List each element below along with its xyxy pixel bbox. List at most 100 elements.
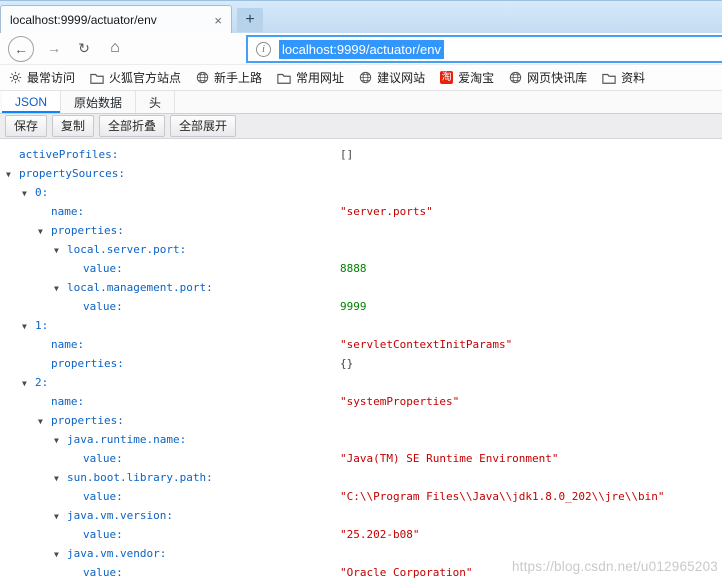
- json-value: {}: [340, 354, 353, 373]
- back-button[interactable]: ←: [8, 36, 34, 62]
- json-row: ▼java.vm.version:: [0, 506, 722, 525]
- json-key: 1:: [35, 319, 48, 332]
- bookmark-item[interactable]: 淘爱淘宝: [440, 69, 494, 86]
- json-viewer-tab-strip: JSON原始数据头: [0, 91, 722, 114]
- json-row: ▼local.management.port:: [0, 278, 722, 297]
- json-row: ▼propertySources:: [0, 164, 722, 183]
- folder-icon: [90, 72, 104, 84]
- bookmark-item[interactable]: 新手上路: [196, 69, 262, 86]
- json-row: value: "C:\\Program Files\\Java\\jdk1.8.0…: [0, 487, 722, 506]
- info-icon[interactable]: i: [256, 42, 271, 57]
- navigation-toolbar: ← → ↻ ⌂ i localhost:9999/actuator/env: [0, 33, 722, 65]
- json-row: name: "systemProperties": [0, 392, 722, 411]
- folder-icon: [602, 72, 616, 84]
- json-value: "C:\\Program Files\\Java\\jdk1.8.0_202\\…: [340, 487, 665, 506]
- globe-icon: [509, 71, 522, 84]
- json-key: name:: [51, 395, 84, 408]
- json-row: ▼properties:: [0, 411, 722, 430]
- expand-arrow-icon[interactable]: ▼: [38, 222, 51, 241]
- json-key: local.management.port:: [67, 281, 213, 294]
- json-row: properties: {}: [0, 354, 722, 373]
- json-value: "servletContextInitParams": [340, 335, 512, 354]
- json-key: propertySources:: [19, 167, 125, 180]
- expand-arrow-icon[interactable]: ▼: [22, 184, 35, 203]
- expand-arrow-icon[interactable]: ▼: [54, 431, 67, 450]
- forward-button[interactable]: →: [44, 40, 64, 56]
- viewer-toolbar-button[interactable]: 全部折叠: [99, 115, 165, 137]
- json-key: activeProfiles:: [19, 148, 118, 161]
- json-value: "systemProperties": [340, 392, 459, 411]
- bookmark-label: 建议网站: [377, 69, 425, 86]
- json-row: ▼properties:: [0, 221, 722, 240]
- json-key: name:: [51, 205, 84, 218]
- json-row: ▼sun.boot.library.path:: [0, 468, 722, 487]
- json-row: ▼local.server.port:: [0, 240, 722, 259]
- json-key: 0:: [35, 186, 48, 199]
- json-key: value:: [83, 452, 123, 465]
- expand-arrow-icon[interactable]: ▼: [38, 412, 51, 431]
- json-row: ▼1:: [0, 316, 722, 335]
- url-input[interactable]: localhost:9999/actuator/env: [279, 40, 444, 59]
- json-row: activeProfiles: []: [0, 145, 722, 164]
- json-key: value:: [83, 300, 123, 313]
- bookmark-label: 资料: [621, 69, 645, 86]
- bookmark-item[interactable]: 建议网站: [359, 69, 425, 86]
- json-key: value:: [83, 528, 123, 541]
- expand-arrow-icon[interactable]: ▼: [54, 545, 67, 564]
- json-viewer-toolbar: 保存复制全部折叠全部展开: [0, 114, 722, 139]
- expand-arrow-icon[interactable]: ▼: [54, 507, 67, 526]
- viewer-toolbar-button[interactable]: 复制: [52, 115, 94, 137]
- json-key: java.vm.vendor:: [67, 547, 166, 560]
- viewer-toolbar-button[interactable]: 全部展开: [170, 115, 236, 137]
- json-value: "server.ports": [340, 202, 433, 221]
- json-key: value:: [83, 262, 123, 275]
- json-value: []: [340, 145, 353, 164]
- bookmarks-toolbar: 最常访问火狐官方站点新手上路常用网址 建议网站淘爱淘宝网页快讯库 资料: [0, 65, 722, 91]
- gear-icon: [9, 71, 22, 84]
- json-key: properties:: [51, 357, 124, 370]
- expand-arrow-icon[interactable]: ▼: [22, 374, 35, 393]
- expand-arrow-icon[interactable]: ▼: [22, 317, 35, 336]
- expand-arrow-icon[interactable]: ▼: [54, 279, 67, 298]
- tab-title: localhost:9999/actuator/env: [10, 13, 208, 27]
- json-value: "Java(TM) SE Runtime Environment": [340, 449, 559, 468]
- json-value: 8888: [340, 259, 367, 278]
- tab-close-icon[interactable]: ×: [214, 13, 222, 28]
- json-key: java.vm.version:: [67, 509, 173, 522]
- json-row: value: "Java(TM) SE Runtime Environment": [0, 449, 722, 468]
- home-button[interactable]: ⌂: [104, 39, 126, 57]
- folder-icon: [277, 72, 291, 84]
- json-row: name: "server.ports": [0, 202, 722, 221]
- json-row: ▼2:: [0, 373, 722, 392]
- viewer-tab[interactable]: 原始数据: [61, 91, 136, 113]
- bookmark-item[interactable]: 常用网址: [277, 69, 344, 86]
- browser-tab[interactable]: localhost:9999/actuator/env ×: [0, 5, 232, 34]
- json-tree: activeProfiles:[]▼propertySources:▼0:nam…: [0, 139, 722, 582]
- json-row: value: 9999: [0, 297, 722, 316]
- viewer-tab[interactable]: 头: [136, 91, 175, 113]
- json-row: ▼java.runtime.name:: [0, 430, 722, 449]
- browser-tab-bar: localhost:9999/actuator/env × +: [0, 0, 722, 33]
- globe-icon: [196, 71, 209, 84]
- viewer-toolbar-button[interactable]: 保存: [5, 115, 47, 137]
- json-value: 9999: [340, 297, 367, 316]
- url-bar[interactable]: i localhost:9999/actuator/env: [246, 35, 722, 63]
- json-value: "Oracle Corporation": [340, 563, 472, 582]
- bookmark-item[interactable]: 网页快讯库: [509, 69, 587, 86]
- expand-arrow-icon[interactable]: ▼: [54, 241, 67, 260]
- viewer-tab[interactable]: JSON: [2, 91, 61, 113]
- tao-icon: 淘: [440, 71, 453, 84]
- json-key: properties:: [51, 414, 124, 427]
- new-tab-button[interactable]: +: [237, 8, 263, 32]
- json-row: ▼0:: [0, 183, 722, 202]
- globe-icon: [359, 71, 372, 84]
- bookmark-item[interactable]: 火狐官方站点: [90, 69, 181, 86]
- json-key: java.runtime.name:: [67, 433, 186, 446]
- bookmark-item[interactable]: 资料: [602, 69, 645, 86]
- reload-button[interactable]: ↻: [74, 40, 94, 57]
- json-key: value:: [83, 490, 123, 503]
- expand-arrow-icon[interactable]: ▼: [54, 469, 67, 488]
- json-key: name:: [51, 338, 84, 351]
- expand-arrow-icon[interactable]: ▼: [6, 165, 19, 184]
- bookmark-item[interactable]: 最常访问: [9, 69, 75, 86]
